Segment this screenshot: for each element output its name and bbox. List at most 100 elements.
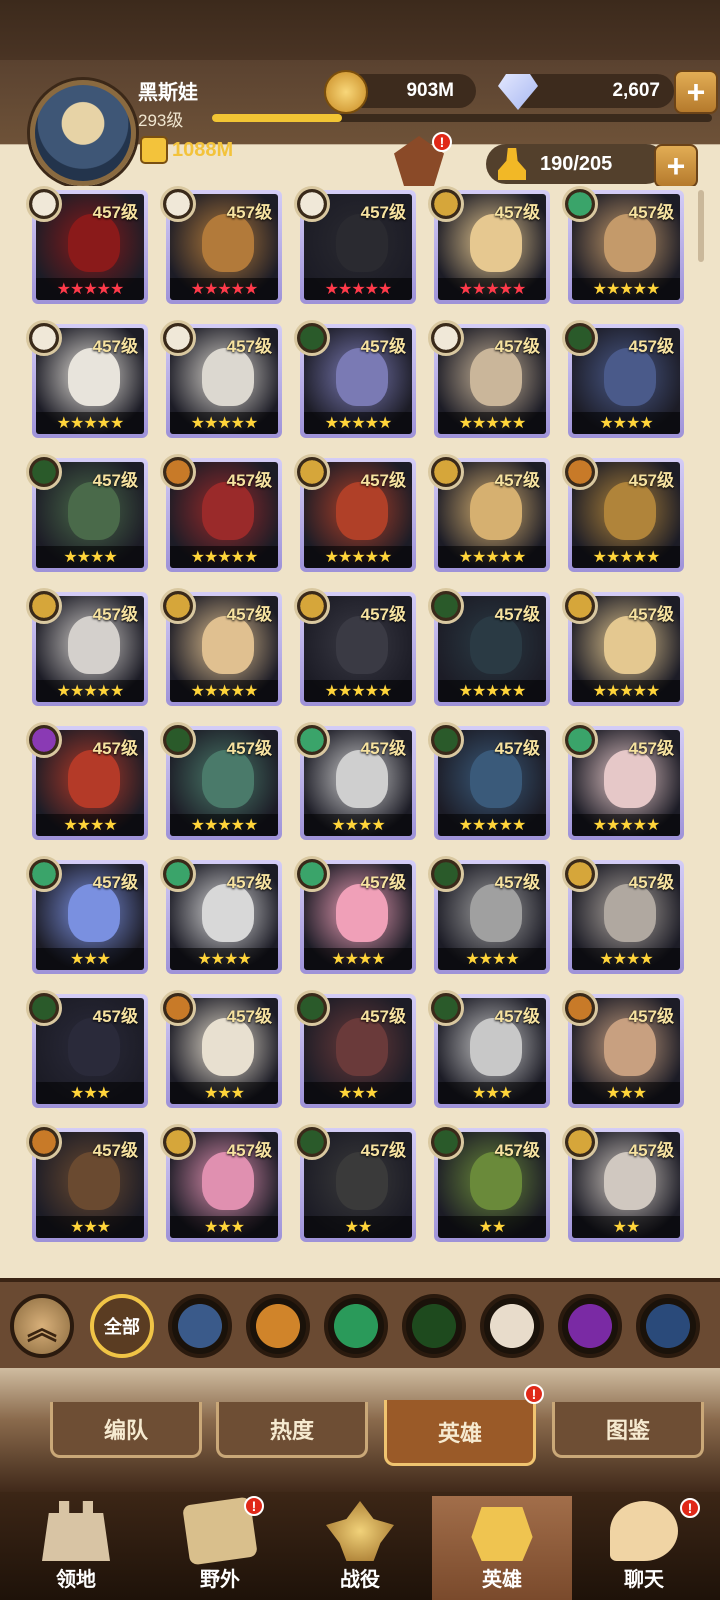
- hero-card[interactable]: 457级 ★★★: [26, 1124, 148, 1242]
- hero-stars: ★★★★★: [572, 814, 680, 836]
- combat-power-value: 1088M: [172, 138, 234, 161]
- celestial-faction-icon: [428, 320, 464, 356]
- hero-card[interactable]: 457级 ★★: [294, 1124, 416, 1242]
- nav-campaign[interactable]: 战役: [290, 1496, 430, 1600]
- hero-card[interactable]: 457级 ★★★: [26, 990, 148, 1108]
- hero-card[interactable]: 457级 ★★★★: [562, 320, 684, 438]
- combat-power: 1088M: [140, 136, 233, 164]
- hero-stars: ★★★★★: [170, 814, 278, 836]
- hypogean-filter-icon[interactable]: [558, 1294, 622, 1358]
- graveborn-filter-icon[interactable]: [402, 1294, 466, 1358]
- gold-coin-icon: [324, 70, 368, 114]
- nav-territory[interactable]: 领地: [6, 1496, 146, 1600]
- lightbearer-filter-icon[interactable]: [168, 1294, 232, 1358]
- celestial-filter-icon[interactable]: [480, 1294, 544, 1358]
- hero-card[interactable]: 457级 ★★★★★: [428, 186, 550, 304]
- hero-level: 457级: [92, 471, 138, 490]
- hero-level: 457级: [360, 873, 406, 892]
- hero-level: 457级: [360, 203, 406, 222]
- hero-level: 457级: [226, 1141, 272, 1160]
- hero-level: 457级: [92, 873, 138, 892]
- hero-card[interactable]: 457级 ★★: [562, 1124, 684, 1242]
- hero-card[interactable]: 457级 ★★★★★: [428, 722, 550, 840]
- hero-card[interactable]: 457级 ★★★: [26, 856, 148, 974]
- hero-level: 457级: [92, 739, 138, 758]
- nav-heroes[interactable]: 英雄: [432, 1496, 572, 1600]
- hero-card[interactable]: 457级 ★★★★★: [160, 186, 282, 304]
- xp-bar: [212, 114, 712, 122]
- collapse-arrow-button[interactable]: ︽: [10, 1294, 74, 1358]
- hero-card[interactable]: 457级 ★★★★★: [562, 454, 684, 572]
- hero-card[interactable]: 457级 ★★★★★: [26, 588, 148, 706]
- hero-stars: ★★★★★: [438, 680, 546, 702]
- hero-card[interactable]: 457级 ★★★★★: [160, 588, 282, 706]
- wilder-filter-icon[interactable]: [324, 1294, 388, 1358]
- hero-card[interactable]: 457级 ★★★: [428, 990, 550, 1108]
- hero-card[interactable]: 457级 ★★★: [160, 1124, 282, 1242]
- hero-card[interactable]: 457级 ★★★★★: [294, 320, 416, 438]
- nav-wild[interactable]: 野外: [150, 1496, 290, 1600]
- filter-all-button[interactable]: 全部: [90, 1294, 154, 1358]
- tab-popularity[interactable]: 热度: [216, 1402, 368, 1458]
- hero-card[interactable]: 457级 ★★★★★: [562, 186, 684, 304]
- hero-stars: ★★: [304, 1216, 412, 1238]
- hero-stars: ★★: [438, 1216, 546, 1238]
- expand-capacity-button[interactable]: +: [654, 144, 698, 188]
- hero-stars: ★★★★: [304, 814, 412, 836]
- tab-hero-archive[interactable]: 图鉴: [552, 1402, 704, 1458]
- add-gems-button[interactable]: +: [674, 70, 718, 114]
- hero-list-scrollbar[interactable]: [698, 190, 704, 262]
- chat-bubble-icon: [610, 1501, 678, 1561]
- hero-level: 457级: [628, 739, 674, 758]
- hero-stars: ★★★: [36, 948, 144, 970]
- hero-card[interactable]: 457级 ★★★★★: [26, 186, 148, 304]
- graveborn-faction-icon: [294, 990, 330, 1026]
- hero-card[interactable]: 457级 ★★★★: [160, 856, 282, 974]
- hero-card[interactable]: 457级 ★★★: [294, 990, 416, 1108]
- castle-icon: [42, 1501, 110, 1561]
- hero-card[interactable]: 457级 ★★★★★: [26, 320, 148, 438]
- hero-card[interactable]: 457级 ★★★★★: [160, 320, 282, 438]
- hero-level: 457级: [628, 471, 674, 490]
- heroes-tab-notice-dot: !: [524, 1384, 544, 1404]
- player-avatar[interactable]: [30, 80, 136, 186]
- hero-card[interactable]: 457级 ★★★★★: [160, 454, 282, 572]
- hero-level: 457级: [494, 1007, 540, 1026]
- hero-level: 457级: [494, 1141, 540, 1160]
- hero-stars: ★★★★★: [438, 412, 546, 434]
- hero-card[interactable]: 457级 ★★★★★: [294, 186, 416, 304]
- hero-card[interactable]: 457级 ★★★★★: [428, 320, 550, 438]
- hero-card[interactable]: 457级 ★★★★★: [562, 588, 684, 706]
- hero-card[interactable]: 457级 ★★★★: [26, 454, 148, 572]
- player-level: 293级: [138, 111, 184, 130]
- celestial-faction-icon: [26, 320, 62, 356]
- nav-chat-label: 聊天: [624, 1569, 664, 1591]
- hero-card[interactable]: 457级 ★★★: [562, 990, 684, 1108]
- hero-card[interactable]: 457级 ★★★★★: [428, 454, 550, 572]
- tab-formation[interactable]: 编队: [50, 1402, 202, 1458]
- crossed-swords-icon: [326, 1501, 394, 1561]
- hero-card[interactable]: 457级 ★★★★★: [294, 588, 416, 706]
- hero-card[interactable]: 457级 ★★★★: [294, 722, 416, 840]
- hero-stars: ★★★★★: [304, 278, 412, 300]
- maulers-filter-icon[interactable]: [246, 1294, 310, 1358]
- player-name: 黑斯娃: [138, 82, 198, 104]
- celestial-faction-icon: [294, 186, 330, 222]
- graveborn-faction-icon: [428, 856, 464, 892]
- gem-value: 2,607: [612, 80, 660, 101]
- dimensional-filter-icon[interactable]: [636, 1294, 700, 1358]
- hero-level: 457级: [226, 739, 272, 758]
- hero-card[interactable]: 457级 ★★★★: [562, 856, 684, 974]
- hero-card[interactable]: 457级 ★★★: [160, 990, 282, 1108]
- hero-card[interactable]: 457级 ★★★★★: [294, 454, 416, 572]
- tab-heroes[interactable]: 英雄: [384, 1400, 536, 1466]
- hero-card[interactable]: 457级 ★★★★★: [160, 722, 282, 840]
- hero-card[interactable]: 457级 ★★★★: [26, 722, 148, 840]
- hero-card[interactable]: 457级 ★★★★★: [562, 722, 684, 840]
- hero-level: 457级: [92, 337, 138, 356]
- hero-card[interactable]: 457级 ★★: [428, 1124, 550, 1242]
- hero-card[interactable]: 457级 ★★★★: [294, 856, 416, 974]
- wilder-faction-icon: [294, 722, 330, 758]
- hero-card[interactable]: 457级 ★★★★★: [428, 588, 550, 706]
- hero-card[interactable]: 457级 ★★★★: [428, 856, 550, 974]
